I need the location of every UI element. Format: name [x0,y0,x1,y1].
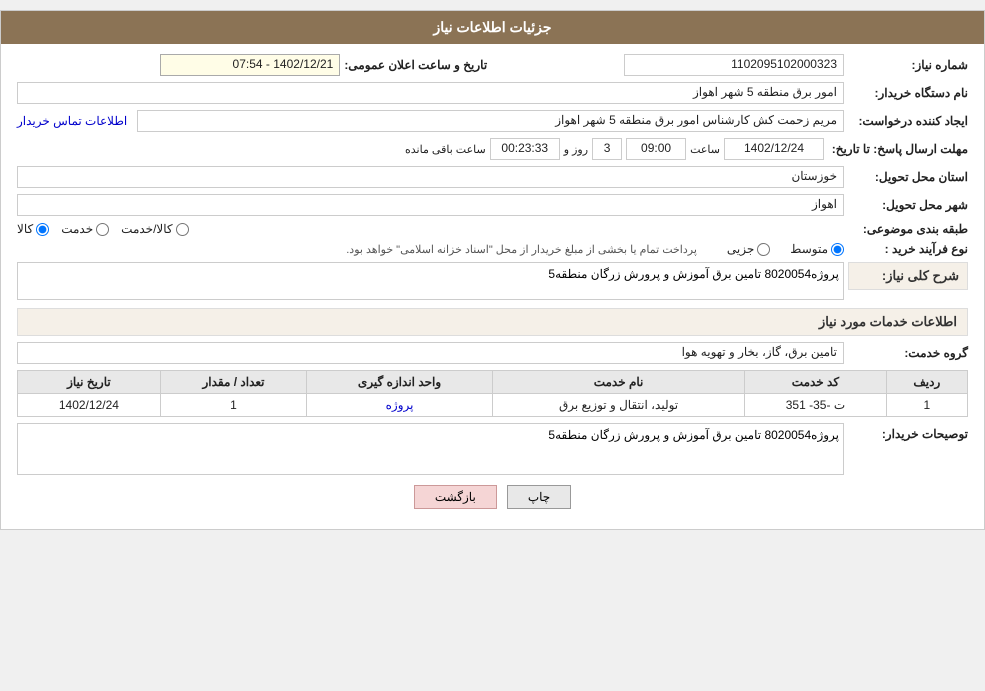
tabaqe-row: طبقه بندی موضوعی: کالا/خدمت خدمت کالا [17,222,968,236]
page-title: جزئیات اطلاعات نیاز [433,19,551,35]
saat-label: ساعت [690,143,720,156]
page-header: جزئیات اطلاعات نیاز [1,11,984,44]
ijadKonande-link[interactable]: اطلاعات تماس خریدار [17,114,127,128]
tosih-textarea[interactable]: پروژه8020054 تامین برق آموزش و پرورش زرگ… [17,423,844,475]
radio-kala-khadmat-label: کالا/خدمت [121,222,172,236]
radio-motavaset-label: متوسط [790,242,828,256]
ijadKonande-row: ایجاد کننده درخواست: مریم زحمت کش کارشنا… [17,110,968,132]
namDastgah-row: نام دستگاه خریدار: امور برق منطقه 5 شهر … [17,82,968,104]
radio-kala-label: کالا [17,222,33,236]
radio-jozi-label: جزیی [727,242,754,256]
radio-kala-input[interactable] [36,223,49,236]
radio-kala-khadmat[interactable]: کالا/خدمت [121,222,188,236]
col-kod: کد خدمت [745,371,886,394]
tosih-row: توصیحات خریدار: پروژه8020054 تامین برق آ… [17,423,968,475]
shomareNiaz-value: 1102095102000323 [624,54,844,76]
main-content: شماره نیاز: 1102095102000323 تاریخ و ساع… [1,44,984,529]
btn-row: چاپ بازگشت [17,485,968,509]
baqi-label: ساعت باقی مانده [405,143,486,156]
grouh-value: تامین برق، گاز، بخار و تهویه هوا [17,342,844,364]
radio-khadmat-input[interactable] [96,223,109,236]
tarikh-value: 1402/12/21 - 07:54 [160,54,340,76]
print-button[interactable]: چاپ [507,485,571,509]
radio-khadmat[interactable]: خدمت [61,222,109,236]
farayand-radio-group: متوسط جزیی پرداخت تمام یا بخشی از مبلغ خ… [17,242,844,256]
radio-motavaset-input[interactable] [831,243,844,256]
mohlat-date: 1402/12/24 [724,138,824,160]
col-tarikh: تاریخ نیاز [18,371,161,394]
grouh-label: گروه خدمت: [848,346,968,360]
col-radif: ردیف [886,371,967,394]
table-row: 1ت -35- 351تولید، انتقال و توزیع برقپروژ… [18,394,968,417]
ijadKonande-label: ایجاد کننده درخواست: [848,114,968,128]
roz-label: روز و [564,143,588,156]
tosih-label: توصیحات خریدار: [848,423,968,441]
farayand-row: نوع فرآیند خرید : متوسط جزیی پرداخت تمام… [17,242,968,256]
shomareNiaz-row: شماره نیاز: 1102095102000323 تاریخ و ساع… [17,54,968,76]
tabaqe-radio-group: کالا/خدمت خدمت کالا [17,222,844,236]
namDastgah-label: نام دستگاه خریدار: [848,86,968,100]
table-header-row: ردیف کد خدمت نام خدمت واحد اندازه گیری ت… [18,371,968,394]
shahr-row: شهر محل تحویل: اهواز [17,194,968,216]
col-tedad: تعداد / مقدار [160,371,306,394]
namDastgah-value: امور برق منطقه 5 شهر اهواز [17,82,844,104]
tarikh-label: تاریخ و ساعت اعلان عمومی: [344,58,487,72]
mohlat-label: مهلت ارسال پاسخ: تا تاریخ: [828,142,968,156]
ostan-row: استان محل تحویل: خوزستان [17,166,968,188]
mohlat-row: مهلت ارسال پاسخ: تا تاریخ: 1402/12/24 سا… [17,138,968,160]
grouh-row: گروه خدمت: تامین برق، گاز، بخار و تهویه … [17,342,968,364]
service-table: ردیف کد خدمت نام خدمت واحد اندازه گیری ت… [17,370,968,417]
tabaqe-label: طبقه بندی موضوعی: [848,222,968,236]
col-vahed: واحد اندازه گیری [307,371,493,394]
col-nam: نام خدمت [492,371,744,394]
farayand-label: نوع فرآیند خرید : [848,242,968,256]
mohlat-saat: 09:00 [626,138,686,160]
sharhKoli-row: شرح کلی نیاز: پروژه8020054 تامین برق آمو… [17,262,968,300]
page-container: جزئیات اطلاعات نیاز شماره نیاز: 11020951… [0,10,985,530]
ijadKonande-value: مریم زحمت کش کارشناس امور برق منطقه 5 شه… [137,110,844,132]
radio-kala[interactable]: کالا [17,222,49,236]
farayand-note: پرداخت تمام یا بخشی از مبلغ خریدار از مح… [346,243,697,256]
radio-jozi-input[interactable] [757,243,770,256]
mohlat-roz: 3 [592,138,622,160]
ostan-label: استان محل تحویل: [848,170,968,184]
serviceInfo-header: اطلاعات خدمات مورد نیاز [17,308,968,336]
radio-kala-khadmat-input[interactable] [176,223,189,236]
sharhKoli-label: شرح کلی نیاز: [848,262,968,290]
shahr-value: اهواز [17,194,844,216]
ostan-value: خوزستان [17,166,844,188]
mohlat-baqi: 00:23:33 [490,138,560,160]
shahr-label: شهر محل تحویل: [848,198,968,212]
radio-jozi[interactable]: جزیی [727,242,770,256]
shomareNiaz-label: شماره نیاز: [848,58,968,72]
radio-khadmat-label: خدمت [61,222,93,236]
back-button[interactable]: بازگشت [414,485,497,509]
radio-motavaset[interactable]: متوسط [790,242,844,256]
sharhKoli-textarea[interactable]: پروژه8020054 تامین برق آموزش و پرورش زرگ… [17,262,844,300]
